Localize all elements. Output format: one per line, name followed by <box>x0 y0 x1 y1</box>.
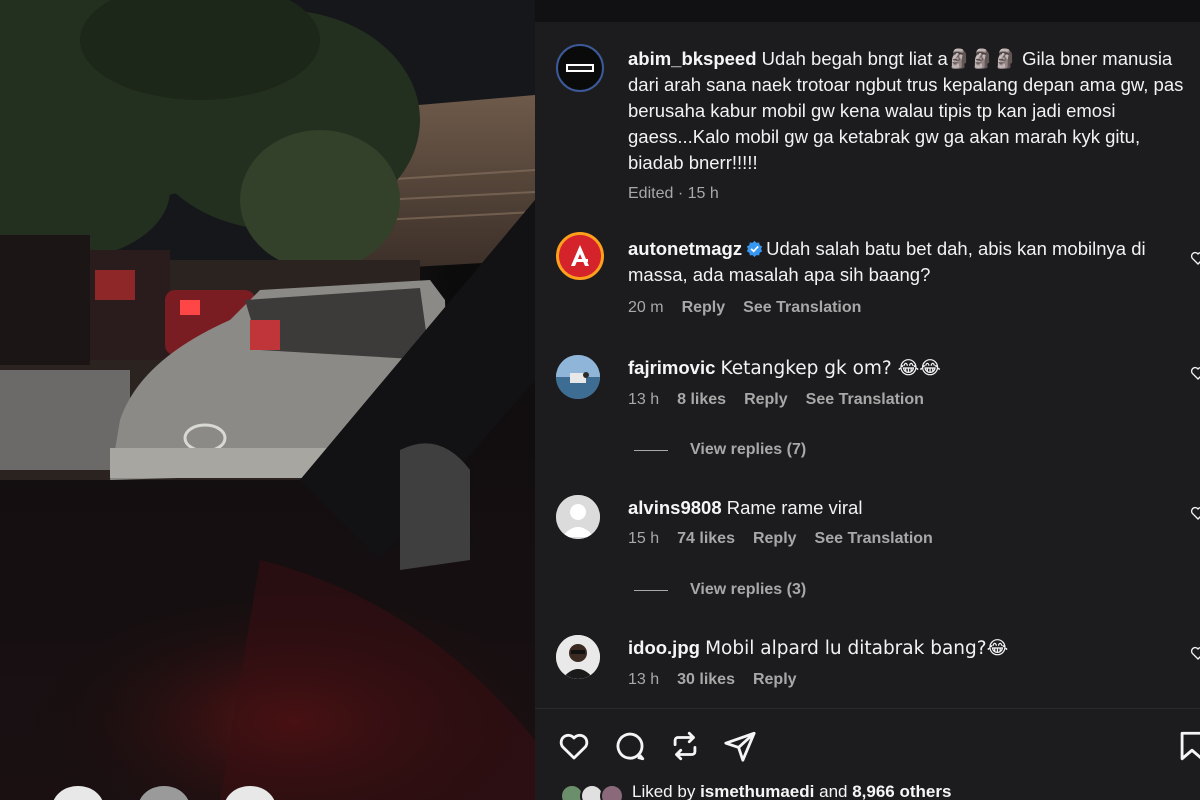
edited-label: Edited <box>628 185 674 202</box>
comment-time: 15 h <box>687 185 719 202</box>
like-heart-icon[interactable] <box>557 729 591 763</box>
repost-icon[interactable] <box>668 729 702 763</box>
liked-by-middle: and <box>819 782 848 800</box>
comment-text: abim_bkspeed Udah begah bngt liat a🗿🗿🗿 G… <box>628 46 1188 176</box>
reply-button[interactable]: Reply <box>753 530 797 548</box>
replies-line <box>634 589 668 591</box>
reply-button[interactable]: Reply <box>682 299 726 317</box>
comment-username[interactable]: autonetmagz <box>628 238 742 259</box>
comment-meta: 13 h 8 likes Reply See Translation <box>628 391 1188 409</box>
liker-avatar <box>600 784 624 800</box>
liked-by-prefix: Liked by <box>632 782 696 800</box>
comment-time: 13 h <box>628 671 660 688</box>
comments-panel: abim_bkspeed Udah begah bngt liat a🗿🗿🗿 G… <box>535 0 1200 800</box>
verified-badge-icon <box>746 240 763 257</box>
comment-meta: 15 h 74 likes Reply See Translation <box>628 530 1188 548</box>
comment-username[interactable]: abim_bkspeed <box>628 48 757 69</box>
view-replies-label: View replies (3) <box>690 581 807 598</box>
reply-button[interactable]: Reply <box>744 391 788 409</box>
like-comment-heart-icon[interactable] <box>1190 645 1200 661</box>
action-bar <box>535 712 1200 782</box>
person-photo-avatar-icon <box>556 635 600 679</box>
comment-text: idoo.jpg Mobil alpard lu ditabrak bang?😂 <box>628 635 1188 662</box>
replies-line <box>634 449 668 451</box>
like-comment-heart-icon[interactable] <box>1190 365 1200 381</box>
comment-time: 13 h <box>628 391 660 408</box>
liked-by-count[interactable]: 8,966 others <box>852 782 951 800</box>
liked-by-avatars <box>560 782 632 800</box>
avatar[interactable] <box>556 635 600 679</box>
view-replies-label: View replies (7) <box>690 441 807 458</box>
beach-photo-avatar-icon <box>556 355 600 399</box>
comment-likes[interactable]: 74 likes <box>677 530 735 548</box>
share-send-icon[interactable] <box>723 729 757 763</box>
bk-speedworks-logo-icon <box>560 48 600 88</box>
autonet-logo-icon <box>559 235 601 277</box>
comment-text: fajrimovic Ketangkep gk om? 😂😂 <box>628 355 1188 382</box>
comment-username[interactable]: fajrimovic <box>628 357 715 378</box>
comment-meta: 13 h 30 likes Reply <box>628 671 1188 689</box>
comment-likes[interactable]: 8 likes <box>677 391 726 409</box>
reply-button[interactable]: Reply <box>753 671 797 689</box>
avatar[interactable] <box>556 495 600 539</box>
see-translation-button[interactable]: See Translation <box>815 530 933 548</box>
like-comment-heart-icon[interactable] <box>1190 505 1200 521</box>
comment-bubble-icon[interactable] <box>613 729 647 763</box>
avatar[interactable] <box>556 355 600 399</box>
view-replies-button[interactable]: View replies (3) <box>634 581 806 599</box>
video-frame <box>0 0 535 800</box>
comment-body: Ketangkep gk om? 😂😂 <box>720 358 941 379</box>
comment-likes[interactable]: 30 likes <box>677 671 735 689</box>
comment-time: 15 h <box>628 530 660 547</box>
comment-time: 20 m <box>628 299 664 316</box>
liked-by: Liked by ismethumaedi and 8,966 others <box>560 782 951 800</box>
viewer-avatar <box>224 786 276 800</box>
viewer-avatars <box>0 786 535 800</box>
default-avatar-icon <box>556 495 600 539</box>
comment-username[interactable]: idoo.jpg <box>628 637 700 658</box>
divider <box>535 708 1200 709</box>
video-player[interactable] <box>0 0 535 800</box>
see-translation-button[interactable]: See Translation <box>743 299 861 317</box>
comment-username[interactable]: alvins9808 <box>628 497 722 518</box>
liked-by-user[interactable]: ismethumaedi <box>700 782 814 800</box>
view-replies-button[interactable]: View replies (7) <box>634 441 806 459</box>
avatar[interactable] <box>556 44 604 92</box>
comment-text: alvins9808 Rame rame viral <box>628 495 1188 521</box>
avatar[interactable] <box>556 232 604 280</box>
comment-meta: Edited · 15 h <box>628 185 719 202</box>
save-bookmark-icon[interactable] <box>1175 729 1200 763</box>
like-comment-heart-icon[interactable] <box>1190 250 1200 266</box>
see-translation-button[interactable]: See Translation <box>806 391 924 409</box>
viewer-avatar <box>138 786 190 800</box>
comment-meta: 20 m Reply See Translation <box>628 299 1188 317</box>
comment-text: autonetmagz Udah salah batu bet dah, abis… <box>628 236 1188 288</box>
comment-body: Rame rame viral <box>726 497 863 518</box>
comment-body: Mobil alpard lu ditabrak bang?😂 <box>705 638 1009 659</box>
viewer-avatar <box>52 786 104 800</box>
panel-top-bar <box>535 0 1200 22</box>
